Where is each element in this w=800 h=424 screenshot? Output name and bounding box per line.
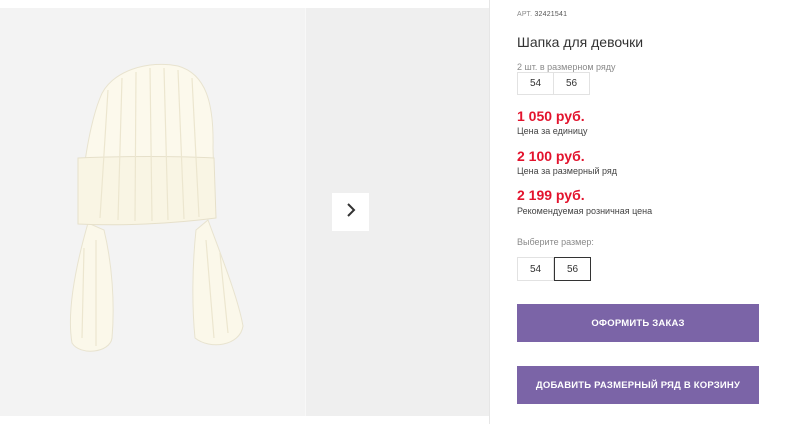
chevron-right-icon [344, 202, 358, 223]
unit-price-label: Цена за единицу [517, 126, 588, 136]
product-gallery [0, 8, 489, 416]
article-label: АРТ. [517, 11, 533, 18]
retail-price: 2 199 руб. [517, 187, 585, 203]
size-option-56[interactable]: 56 [554, 257, 591, 281]
article-number: АРТ. 32421541 [517, 11, 567, 18]
size-range-cell: 54 [517, 72, 554, 95]
range-price: 2 100 руб. [517, 148, 585, 164]
knit-hat-image [69, 63, 244, 352]
gallery-divider [305, 8, 306, 416]
size-picker-label: Выберите размер: [517, 237, 594, 247]
size-option-54[interactable]: 54 [517, 257, 554, 281]
gallery-next-button[interactable] [332, 193, 369, 231]
size-range-count: 2 шт. в размерном ряду [517, 62, 616, 72]
checkout-button[interactable]: ОФОРМИТЬ ЗАКАЗ [517, 304, 759, 342]
column-divider [489, 0, 490, 424]
range-price-label: Цена за размерный ряд [517, 166, 618, 176]
size-range-table: 54 56 [517, 72, 590, 95]
retail-price-label: Рекомендуемая розничная цена [517, 206, 653, 216]
article-value: 32421541 [534, 11, 568, 18]
product-photo [0, 8, 305, 416]
add-size-range-to-cart-button[interactable]: ДОБАВИТЬ РАЗМЕРНЫЙ РЯД В КОРЗИНУ [517, 366, 759, 404]
product-title: Шапка для девочки [517, 34, 644, 50]
size-picker: 54 56 [517, 257, 591, 281]
size-range-cell: 56 [553, 72, 590, 95]
unit-price: 1 050 руб. [517, 108, 585, 124]
